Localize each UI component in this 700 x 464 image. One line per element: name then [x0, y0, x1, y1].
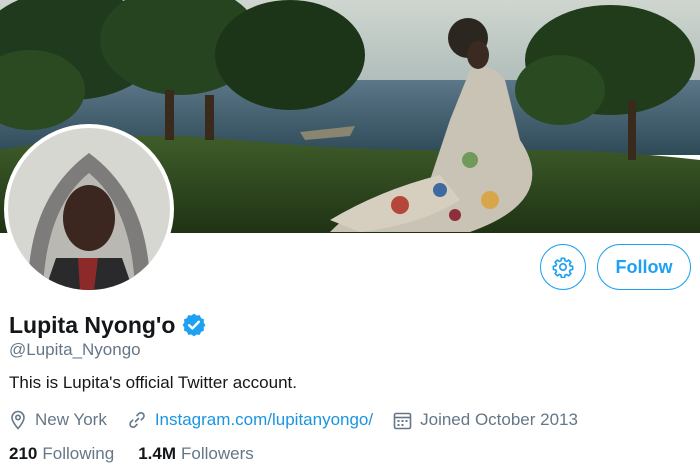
bio: This is Lupita's official Twitter accoun… [9, 373, 297, 392]
joined: Joined October 2013 [393, 410, 578, 430]
handle: @Lupita_Nyongo [9, 340, 141, 359]
avatar[interactable] [8, 128, 170, 290]
profile-stats: 210 Following 1.4M Followers [9, 444, 278, 464]
calendar-icon [393, 412, 412, 429]
joined-text: Joined October 2013 [420, 410, 578, 429]
followers-label: Followers [180, 444, 254, 463]
following-count: 210 [9, 444, 38, 463]
avatar-frame[interactable] [4, 124, 174, 294]
following-stat[interactable]: 210 Following [9, 444, 114, 464]
following-label: Following [42, 444, 115, 463]
settings-button[interactable] [540, 244, 586, 290]
website[interactable]: Instagram.com/lupitanyongo/ [127, 410, 373, 430]
followers-stat[interactable]: 1.4M Followers [138, 444, 254, 464]
profile-meta: New York Instagram.com/lupitanyongo/ Joi… [9, 408, 598, 432]
name-row: Lupita Nyong'o [9, 310, 207, 340]
followers-count: 1.4M [138, 444, 176, 463]
link-icon [129, 412, 145, 428]
gear-icon [552, 257, 574, 278]
location: New York [9, 410, 107, 430]
follow-button[interactable]: Follow [597, 244, 691, 290]
location-text: New York [35, 410, 107, 429]
display-name: Lupita Nyong'o [9, 311, 176, 338]
avatar-image [8, 128, 170, 290]
location-pin-icon [11, 410, 25, 430]
verified-badge-icon [181, 312, 207, 338]
website-link[interactable]: Instagram.com/lupitanyongo/ [155, 410, 373, 430]
